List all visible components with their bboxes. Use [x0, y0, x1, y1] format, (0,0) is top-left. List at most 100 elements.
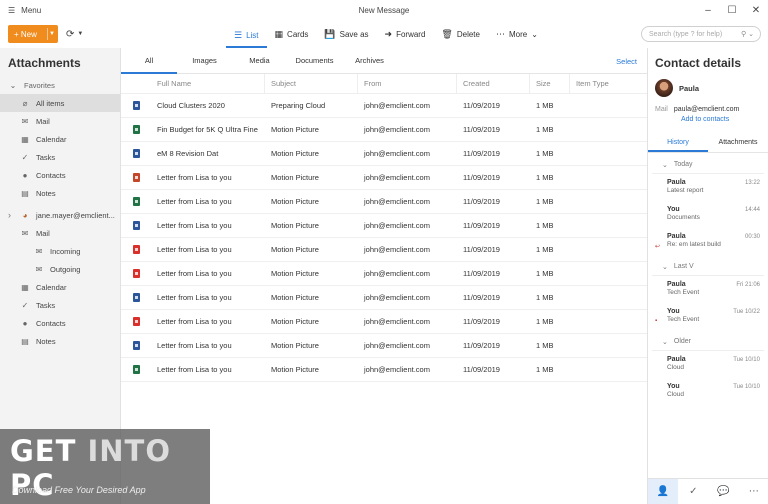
- history-item[interactable]: Paula Re: em latest build 00:30 ↩: [648, 228, 768, 255]
- sidebar-item-notes[interactable]: ▤ Notes: [0, 184, 120, 202]
- history-item[interactable]: Paula Tech Event Fri 21:06: [648, 276, 768, 303]
- sidebar-item-calendar[interactable]: ▦ Calendar: [0, 278, 120, 296]
- sidebar-item-mail[interactable]: ✉ Mail: [0, 224, 120, 242]
- sidebar-item-outgoing[interactable]: ✉ Outgoing: [0, 260, 120, 278]
- contact-header[interactable]: Paula: [648, 76, 768, 100]
- chevron-down-icon[interactable]: ▼: [49, 31, 55, 37]
- table-row[interactable]: eM 8 Revision Dat Motion Picture john@emcl…: [121, 142, 647, 166]
- minimize-icon[interactable]: –: [696, 0, 720, 20]
- tab-images[interactable]: Images: [177, 48, 232, 74]
- toolbar-save-as-button[interactable]: 💾 Save as: [316, 24, 376, 44]
- table-row[interactable]: Letter from Lisa to you Motion Picture joh…: [121, 358, 647, 382]
- sidebar-title: Attachments: [8, 56, 81, 70]
- sidebar-item-tasks[interactable]: ✓ Tasks: [0, 296, 120, 314]
- excel-file-icon: [133, 125, 140, 134]
- save-icon: 💾: [324, 28, 336, 39]
- table-row[interactable]: Letter from Lisa to you Motion Picture joh…: [121, 190, 647, 214]
- sidebar-item-all-items[interactable]: ⌀ All items: [0, 94, 120, 112]
- column-header-size[interactable]: Size: [530, 74, 570, 93]
- maximize-icon[interactable]: ☐: [720, 0, 744, 20]
- table-row[interactable]: Letter from Lisa to you Motion Picture joh…: [121, 166, 647, 190]
- person-icon[interactable]: 👤: [648, 479, 679, 504]
- cell-created: 11/09/2019: [463, 173, 500, 182]
- history-item-subject: Cloud: [667, 391, 684, 398]
- history-item-time: Tue 10/22: [733, 309, 760, 315]
- sidebar-item-jane-mayer-emclient[interactable]: › ◕ jane.mayer@emclient...: [0, 206, 120, 224]
- cell-item-type: [570, 118, 647, 141]
- cell-from: john@emclient.com: [364, 221, 430, 230]
- cell-from: john@emclient.com: [364, 245, 430, 254]
- tab-media[interactable]: Media: [232, 48, 287, 74]
- tab-attachments[interactable]: Attachments: [708, 135, 768, 152]
- select-link[interactable]: Select: [616, 57, 637, 66]
- sidebar-item-tasks[interactable]: ✓ Tasks: [0, 148, 120, 166]
- pdf-file-icon: [133, 269, 140, 278]
- toolbar-list-button[interactable]: ☰ List: [226, 24, 267, 48]
- table-row[interactable]: Letter from Lisa to you Motion Picture joh…: [121, 238, 647, 262]
- search-input[interactable]: Search (type ? for help) ⚲ ⌄: [641, 26, 761, 42]
- table-row[interactable]: Letter from Lisa to you Motion Picture joh…: [121, 214, 647, 238]
- toolbar-delete-button[interactable]: 🗑 Delete: [433, 24, 488, 44]
- column-header-item-type[interactable]: Item Type: [570, 74, 647, 93]
- toolbar-button-label: More: [508, 29, 528, 39]
- cell-size: 1 MB: [536, 173, 554, 182]
- history-item[interactable]: You Cloud Tue 10/10: [648, 378, 768, 405]
- tab-archives[interactable]: Archives: [342, 48, 397, 74]
- contact-email[interactable]: paula@emclient.com: [674, 106, 739, 113]
- table-row[interactable]: Cloud Clusters 2020 Preparing Cloud john@e…: [121, 94, 647, 118]
- sidebar-item-contacts[interactable]: ● Contacts: [0, 166, 120, 184]
- tab-documents[interactable]: Documents: [287, 48, 342, 74]
- table-row[interactable]: Letter from Lisa to you Motion Picture joh…: [121, 286, 647, 310]
- toolbar-cards-button[interactable]: ▦ Cards: [267, 24, 317, 44]
- sidebar-item-incoming[interactable]: ✉ Incoming: [0, 242, 120, 260]
- history-group-header[interactable]: ⌄ Last V: [652, 255, 764, 276]
- cell-item-type: [570, 214, 647, 237]
- sidebar-item-calendar[interactable]: ▦ Calendar: [0, 130, 120, 148]
- history-item[interactable]: You Tech Event Tue 10/22 ▪: [648, 303, 768, 330]
- menu-button[interactable]: ☰ Menu: [0, 6, 41, 15]
- sidebar-item-label: Notes: [36, 336, 56, 346]
- cell-subject: Motion Picture: [271, 173, 319, 182]
- toolbar-more-button[interactable]: ⋯ More ⌄: [488, 24, 546, 44]
- column-header-created[interactable]: Created: [457, 74, 530, 93]
- contact-details-title: Contact details: [655, 56, 742, 70]
- column-header-subject[interactable]: Subject: [265, 74, 358, 93]
- cell-from: john@emclient.com: [364, 269, 430, 278]
- add-to-contacts-link[interactable]: Add to contacts: [648, 113, 768, 123]
- search-icon[interactable]: ⚲: [741, 31, 746, 38]
- more-icon[interactable]: ⋯: [739, 479, 768, 504]
- history-item[interactable]: You Documents 14:44: [648, 201, 768, 228]
- menu-label: Menu: [21, 5, 42, 15]
- table-row[interactable]: Letter from Lisa to you Motion Picture joh…: [121, 262, 647, 286]
- column-header-from[interactable]: From: [358, 74, 457, 93]
- table-row[interactable]: Letter from Lisa to you Motion Picture joh…: [121, 310, 647, 334]
- table-row[interactable]: Fin Budget for 5K Q Ultra Fine Motion Pic…: [121, 118, 647, 142]
- table-row[interactable]: Letter from Lisa to you Motion Picture joh…: [121, 334, 647, 358]
- history-group-header[interactable]: ⌄ Older: [652, 330, 764, 351]
- column-header-full-name[interactable]: Full Name: [151, 74, 265, 93]
- chevron-down-icon[interactable]: ⌄: [748, 31, 754, 38]
- sidebar-item-contacts[interactable]: ● Contacts: [0, 314, 120, 332]
- cell-size: 1 MB: [536, 101, 554, 110]
- history-item[interactable]: Paula Cloud Tue 10/10: [648, 351, 768, 378]
- cell-item-type: [570, 310, 647, 333]
- sidebar-item-label: Outgoing: [50, 264, 81, 274]
- check-icon[interactable]: ✓: [678, 479, 708, 504]
- sidebar-item-favorites[interactable]: ⌄ Favorites: [0, 76, 120, 94]
- pdf-file-icon: [133, 245, 140, 254]
- sidebar-item-mail[interactable]: ✉ Mail: [0, 112, 120, 130]
- tab-history[interactable]: History: [648, 135, 708, 152]
- history-group-header[interactable]: ⌄ Today: [652, 153, 764, 174]
- close-icon[interactable]: ✕: [744, 0, 768, 20]
- tab-all[interactable]: All: [121, 48, 177, 74]
- cell-size: 1 MB: [536, 197, 554, 206]
- history-item[interactable]: Paula Latest report 13:22: [648, 174, 768, 201]
- sync-button[interactable]: ⟳ ▼: [66, 25, 83, 43]
- new-button[interactable]: + New ▼: [8, 25, 58, 43]
- cell-item-type: [570, 142, 647, 165]
- sidebar-item-notes[interactable]: ▤ Notes: [0, 332, 120, 350]
- sidebar-item-label: Mail: [36, 228, 50, 238]
- toolbar-forward-button[interactable]: ➜ Forward: [377, 24, 434, 44]
- chat-icon[interactable]: 💬: [709, 479, 739, 504]
- chevron-right-icon[interactable]: ›: [8, 210, 11, 220]
